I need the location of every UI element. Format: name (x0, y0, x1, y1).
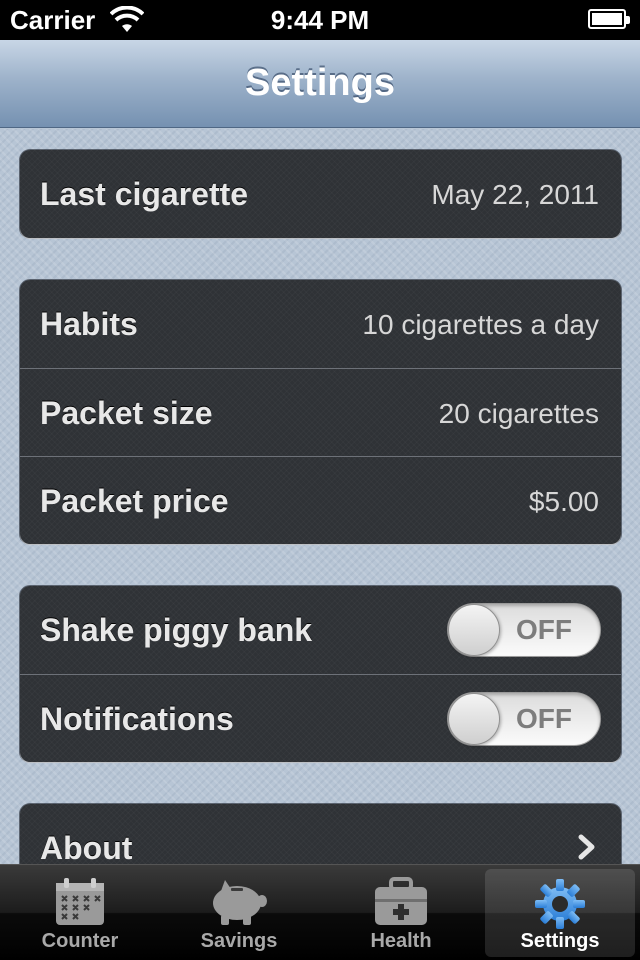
tab-savings[interactable]: Savings (164, 869, 314, 957)
gear-icon (535, 879, 585, 929)
tab-health[interactable]: Health (326, 869, 476, 957)
battery-icon (588, 9, 630, 29)
first-aid-kit-icon (375, 877, 427, 925)
habits-value: 10 cigarettes a day (362, 309, 599, 340)
notifications-row: Notifications OFF (20, 674, 621, 762)
last-cigarette-value: May 22, 2011 (431, 179, 599, 210)
switch-state-label: OFF (516, 614, 572, 645)
tab-label: Health (370, 930, 432, 952)
notifications-label: Notifications (40, 701, 234, 737)
packet-price-value: $5.00 (528, 486, 599, 517)
tab-label: Savings (200, 930, 278, 952)
packet-price-label: Packet price (40, 483, 229, 519)
navigation-bar: Settings (0, 40, 640, 128)
page-title: Settings (245, 62, 395, 104)
notifications-switch[interactable]: OFF (447, 692, 601, 746)
tab-label: Counter (41, 930, 119, 952)
about-row[interactable]: About (20, 804, 621, 864)
habits-row[interactable]: Habits 10 cigarettes a day (20, 280, 621, 368)
tab-label: Settings (520, 930, 600, 952)
calendar-icon (56, 878, 104, 925)
settings-content[interactable]: Last cigarette May 22, 2011 Habits 10 ci… (0, 129, 640, 864)
about-group: About (20, 804, 621, 864)
status-time: 9:44 PM (270, 5, 370, 35)
tab-bar: Counter Savings Health Settings (0, 864, 640, 960)
piggy-bank-icon (213, 880, 267, 925)
packet-price-row[interactable]: Packet price $5.00 (20, 456, 621, 544)
switch-knob[interactable] (448, 693, 500, 745)
last-cigarette-label: Last cigarette (40, 176, 249, 212)
last-cigarette-group: Last cigarette May 22, 2011 (20, 150, 621, 238)
last-cigarette-row[interactable]: Last cigarette May 22, 2011 (20, 150, 621, 238)
packet-size-label: Packet size (40, 395, 213, 431)
toggles-group: Shake piggy bank OFF Notifications OFF (20, 586, 621, 762)
shake-piggy-bank-label: Shake piggy bank (40, 612, 313, 648)
shake-piggy-bank-switch[interactable]: OFF (447, 603, 601, 657)
habits-label: Habits (40, 306, 138, 342)
chevron-right-icon (578, 834, 595, 860)
packet-size-row[interactable]: Packet size 20 cigarettes (20, 368, 621, 456)
switch-state-label: OFF (516, 703, 572, 734)
packet-size-value: 20 cigarettes (438, 398, 599, 429)
tab-counter[interactable]: Counter (5, 869, 155, 957)
status-bar: Carrier 9:44 PM (0, 0, 640, 40)
tab-settings[interactable]: Settings (485, 869, 635, 957)
switch-knob[interactable] (448, 604, 500, 656)
habits-group: Habits 10 cigarettes a day Packet size 2… (20, 280, 621, 544)
shake-piggy-bank-row: Shake piggy bank OFF (20, 586, 621, 674)
about-label: About (40, 830, 133, 864)
